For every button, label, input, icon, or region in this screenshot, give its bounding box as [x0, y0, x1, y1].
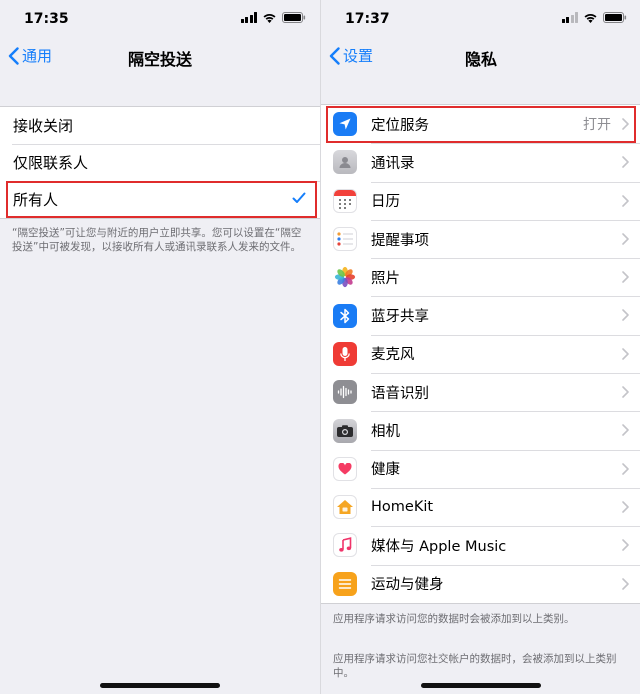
- chevron-right-icon: [622, 462, 629, 475]
- privacy-item-speech-recognition[interactable]: 语音识别: [321, 373, 640, 411]
- speech-recognition-icon: [333, 380, 357, 405]
- status-time: 17:35: [24, 11, 69, 27]
- option-label: 所有人: [13, 191, 59, 209]
- item-label: 照片: [371, 270, 400, 287]
- item-label: 运动与健身: [371, 577, 444, 594]
- privacy-item-homekit[interactable]: HomeKit: [321, 487, 640, 526]
- chevron-right-icon: [622, 424, 629, 437]
- bluetooth-icon: [333, 303, 357, 328]
- motion-fitness-icon: [333, 571, 357, 596]
- item-label: 提醒事项: [371, 232, 429, 249]
- privacy-item-health[interactable]: 健康: [321, 449, 640, 488]
- item-label: 蓝牙共享: [371, 309, 429, 326]
- privacy-list: 定位服务 打开 通讯录 日历 提醒事项 照片 蓝牙共享 麦克风 语音识别 相机 …: [321, 104, 640, 604]
- privacy-item-media-apple-music[interactable]: 媒体与 Apple Music: [321, 526, 640, 564]
- camera-icon: [333, 418, 357, 443]
- chevron-right-icon: [622, 386, 629, 398]
- chevron-right-icon: [622, 309, 629, 322]
- option-everyone[interactable]: 所有人: [0, 181, 320, 218]
- home-indicator[interactable]: [100, 683, 220, 688]
- status-icons: [240, 12, 307, 23]
- page-title: 隔空投送: [127, 50, 192, 69]
- music-icon: [333, 533, 357, 558]
- homekit-icon: [333, 495, 357, 520]
- battery-icon: [282, 12, 306, 23]
- home-indicator[interactable]: [421, 683, 541, 688]
- chevron-right-icon: [622, 156, 629, 169]
- reminders-icon: [333, 227, 357, 252]
- item-label: 健康: [371, 462, 400, 479]
- privacy-screen: 17:37 设置 隐私 定位服务 打开 通讯录 日历 提醒事项 照片 蓝牙共享 …: [320, 0, 640, 694]
- page-title: 隐私: [464, 50, 497, 69]
- chevron-right-icon: [622, 118, 629, 130]
- item-label: 媒体与 Apple Music: [371, 538, 507, 555]
- item-label: HomeKit: [371, 499, 434, 516]
- privacy-item-location-services[interactable]: 定位服务 打开: [321, 105, 640, 143]
- privacy-footnote-2: 应用程序请求访问您社交帐户的数据时，会被添加到以上类别中。: [333, 653, 617, 679]
- item-label: 语音识别: [371, 385, 429, 402]
- cellular-signal-icon: [240, 12, 257, 23]
- privacy-item-reminders[interactable]: 提醒事项: [321, 219, 640, 258]
- item-label: 日历: [371, 194, 400, 211]
- chevron-right-icon: [622, 539, 629, 552]
- battery-icon: [603, 12, 627, 23]
- airdrop-options: 接收关闭 仅限联系人 所有人: [0, 106, 320, 219]
- nav-bar: 通用 隔空投送: [0, 38, 320, 74]
- privacy-item-bluetooth[interactable]: 蓝牙共享: [321, 296, 640, 334]
- cellular-signal-icon: [561, 12, 578, 23]
- chevron-right-icon: [622, 271, 629, 283]
- microphone-icon: [333, 341, 357, 366]
- chevron-right-icon: [622, 501, 629, 513]
- chevron-right-icon: [622, 233, 629, 245]
- option-contacts-only[interactable]: 仅限联系人: [0, 144, 320, 181]
- checkmark-icon: [292, 192, 306, 203]
- chevron-right-icon: [622, 194, 629, 207]
- calendar-icon: [333, 188, 357, 213]
- option-label: 接收关闭: [13, 117, 74, 135]
- privacy-item-motion-fitness[interactable]: 运动与健身: [321, 564, 640, 603]
- privacy-footnote-1: 应用程序请求访问您的数据时会被添加到以上类别。: [333, 613, 575, 625]
- item-label: 相机: [371, 424, 400, 441]
- airdrop-footnote: “隔空投送”可让您与附近的用户立即共享。您可以设置在“隔空投送”中可被发现，以接…: [12, 227, 302, 253]
- status-bar: 17:37: [321, 0, 640, 36]
- privacy-item-microphone[interactable]: 麦克风: [321, 334, 640, 373]
- privacy-item-contacts[interactable]: 通讯录: [321, 143, 640, 181]
- privacy-item-photos[interactable]: 照片: [321, 258, 640, 296]
- wifi-icon: [583, 12, 598, 23]
- chevron-right-icon: [622, 577, 629, 590]
- status-icons: [561, 12, 628, 23]
- privacy-item-camera[interactable]: 相机: [321, 411, 640, 449]
- screens: 17:35 通用 隔空投送 接收关闭 仅限联系人 所有人 “隔空投送”可让您与附…: [0, 0, 640, 694]
- location-arrow-icon: [333, 112, 357, 137]
- airdrop-screen: 17:35 通用 隔空投送 接收关闭 仅限联系人 所有人 “隔空投送”可让您与附…: [0, 0, 320, 694]
- item-label: 定位服务: [371, 117, 429, 134]
- option-label: 仅限联系人: [13, 154, 89, 172]
- photos-icon: [333, 265, 357, 290]
- privacy-item-calendar[interactable]: 日历: [321, 181, 640, 220]
- status-time: 17:37: [345, 11, 390, 27]
- item-label: 通讯录: [371, 155, 415, 172]
- wifi-icon: [262, 12, 277, 23]
- item-label: 麦克风: [371, 347, 415, 364]
- health-icon: [333, 456, 357, 481]
- option-receiving-off[interactable]: 接收关闭: [0, 107, 320, 144]
- item-value: 打开: [583, 117, 611, 134]
- chevron-right-icon: [622, 347, 629, 360]
- contacts-icon: [333, 150, 357, 175]
- status-bar: 17:35: [0, 0, 320, 36]
- nav-bar: 设置 隐私: [321, 38, 640, 74]
